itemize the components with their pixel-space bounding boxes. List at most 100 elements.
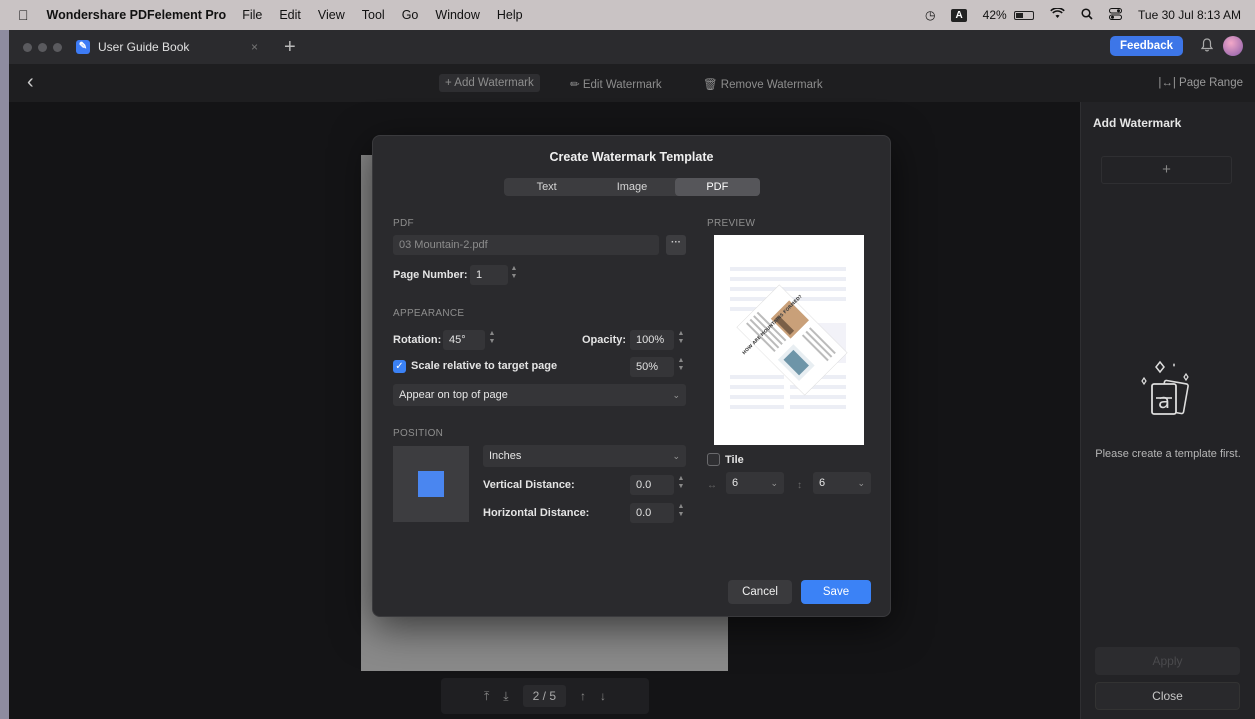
menu-file[interactable]: File (242, 8, 262, 22)
add-template-button[interactable]: + (1101, 156, 1232, 184)
edit-watermark-button[interactable]: ✏︎ Edit Watermark (564, 74, 668, 94)
watermark-toolbar: ‹ + Add Watermark ✏︎ Edit Watermark 🗑︎ R… (9, 64, 1255, 102)
minimize-window-button[interactable] (38, 42, 47, 52)
menu-window[interactable]: Window (435, 8, 479, 22)
vertical-distance-field[interactable]: 0.0 (630, 475, 674, 495)
remove-watermark-label: Remove Watermark (720, 79, 823, 91)
new-tab-icon[interactable]: + (284, 37, 296, 57)
position-section-label: POSITION (393, 428, 444, 439)
empty-state-message: Please create a template first. (1095, 448, 1241, 460)
battery-percent: 42% (982, 8, 1007, 22)
scale-field[interactable]: 50% (630, 357, 674, 377)
tile-columns-value: 6 (732, 477, 739, 489)
svg-text:a: a (1158, 389, 1170, 413)
vertical-distance-stepper[interactable]: ▲ ▼ (676, 475, 686, 495)
document-tab-title: User Guide Book (98, 40, 190, 54)
browse-file-button[interactable]: ··· (666, 235, 686, 255)
user-avatar[interactable] (1223, 36, 1243, 56)
chevron-down-icon: ⌄ (857, 478, 865, 488)
feedback-button[interactable]: Feedback (1109, 36, 1183, 56)
first-page-icon[interactable]: ⤒ (484, 689, 489, 704)
page-indicator[interactable]: 2 / 5 (522, 685, 567, 707)
add-watermark-button[interactable]: + Add Watermark (439, 74, 540, 92)
menu-bar:  Wondershare PDFelement Pro File Edit V… (0, 0, 1255, 30)
previous-page-icon[interactable]: ↑ (580, 689, 586, 703)
battery-status[interactable]: 42% (982, 8, 1035, 22)
position-selected-cell[interactable] (418, 471, 444, 497)
tile-label: Tile (725, 454, 744, 466)
page-number-stepper[interactable]: ▲ ▼ (509, 265, 519, 285)
empty-template-illustration-icon: a (1141, 360, 1189, 415)
opacity-stepper[interactable]: ▲ ▼ (676, 330, 686, 350)
opacity-label: Opacity: (582, 334, 627, 346)
horizontal-distance-stepper[interactable]: ▲ ▼ (676, 503, 686, 523)
units-select[interactable]: Inches ⌄ (483, 445, 686, 467)
current-page: 2 (532, 689, 540, 703)
page-number-field[interactable]: 1 (470, 265, 508, 285)
back-arrow-icon[interactable]: ‹ (27, 71, 34, 94)
tile-rows-select[interactable]: 6 ⌄ (813, 472, 871, 494)
scale-checkbox[interactable]: ✓ (393, 360, 406, 373)
page-separator: / (542, 689, 546, 703)
apple-icon[interactable]:  (18, 7, 29, 23)
menu-help[interactable]: Help (497, 8, 523, 22)
apply-button[interactable]: Apply (1095, 647, 1240, 675)
horizontal-distance-field[interactable]: 0.0 (630, 503, 674, 523)
tile-columns-select[interactable]: 6 ⌄ (726, 472, 784, 494)
zoom-window-button[interactable] (53, 42, 62, 52)
tab-text[interactable]: Text (504, 178, 589, 196)
vertical-distance-label: Vertical Distance: (483, 479, 575, 491)
spotlight-search-icon[interactable] (1081, 7, 1093, 23)
page-range-icon: |↔| (1158, 77, 1180, 89)
page-range-button[interactable]: |↔| Page Range (1158, 77, 1243, 89)
wifi-icon[interactable] (1050, 7, 1065, 22)
clock[interactable]: Tue 30 Jul 8:13 AM (1138, 8, 1241, 22)
tab-image[interactable]: Image (589, 178, 674, 196)
opacity-field[interactable]: 100% (630, 330, 674, 350)
total-pages: 5 (549, 689, 557, 703)
rotation-field[interactable]: 45° (443, 330, 485, 350)
input-source-icon[interactable]: A (951, 8, 967, 22)
scale-stepper[interactable]: ▲ ▼ (676, 357, 686, 377)
tile-checkbox[interactable] (707, 453, 720, 466)
battery-level (1016, 13, 1023, 19)
window-controls (23, 42, 62, 52)
pencil-icon: ✏︎ (570, 79, 583, 91)
layer-select-value: Appear on top of page (399, 389, 508, 401)
remove-watermark-button[interactable]: 🗑︎ Remove Watermark (697, 74, 829, 94)
watermark-type-segmented-control: Text Image PDF (504, 178, 760, 196)
close-tab-icon[interactable]: × (251, 40, 258, 54)
tab-pdf[interactable]: PDF (674, 178, 760, 196)
cancel-button[interactable]: Cancel (728, 580, 792, 604)
close-button[interactable]: Close (1095, 682, 1240, 710)
save-button[interactable]: Save (801, 580, 871, 604)
menu-app-name[interactable]: Wondershare PDFelement Pro (47, 8, 227, 22)
chevron-down-icon: ⌄ (672, 451, 680, 461)
control-center-icon[interactable] (1109, 7, 1123, 23)
tile-columns-icon: ↔ (707, 480, 717, 491)
trash-icon: 🗑︎ (703, 79, 721, 91)
pdf-file-field[interactable]: 03 Mountain-2.pdf (393, 235, 659, 255)
appearance-section-label: APPEARANCE (393, 308, 465, 319)
layer-select[interactable]: Appear on top of page ⌄ (393, 384, 686, 406)
menu-edit[interactable]: Edit (279, 8, 301, 22)
time-machine-icon[interactable]: ◷ (925, 8, 935, 22)
sidebar-title: Add Watermark (1093, 116, 1182, 130)
watermark-sidebar: Add Watermark + a Please create a templa… (1080, 102, 1255, 719)
units-select-value: Inches (489, 450, 522, 462)
rotation-stepper[interactable]: ▲ ▼ (487, 330, 497, 350)
page-navigator: ⤒ ⤓ 2 / 5 ↑ ↓ (441, 678, 649, 714)
menu-tool[interactable]: Tool (362, 8, 385, 22)
chevron-down-icon: ⌄ (672, 390, 680, 400)
menu-go[interactable]: Go (402, 8, 419, 22)
preview-section-label: PREVIEW (707, 218, 756, 229)
document-tab[interactable]: ✎ User Guide Book × (76, 30, 266, 64)
notification-bell-icon[interactable] (1200, 38, 1214, 55)
position-grid[interactable] (393, 446, 469, 522)
next-page-icon[interactable]: ↓ (600, 689, 606, 703)
tab-bar: ✎ User Guide Book × + Feedback (9, 30, 1255, 64)
chevron-down-icon: ⌄ (770, 478, 778, 488)
menu-view[interactable]: View (318, 8, 345, 22)
last-page-icon[interactable]: ⤓ (503, 689, 508, 704)
close-window-button[interactable] (23, 42, 32, 52)
